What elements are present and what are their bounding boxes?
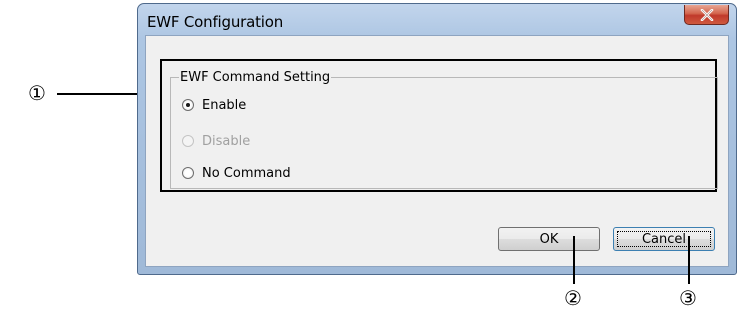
ok-button[interactable]: OK [498,227,600,251]
radio-disable: Disable [182,132,250,150]
radio-button-icon[interactable] [182,167,194,179]
callout-2: ② [564,286,582,310]
dialog-window: EWF Configuration EWF Command Setting En… [137,3,737,275]
radio-enable-label: Enable [202,97,247,113]
close-x-icon [700,8,713,21]
close-button[interactable] [684,5,729,25]
callout-3-leader-line [688,236,690,284]
group-label: EWF Command Setting [179,70,332,85]
radio-no-command[interactable]: No Command [182,164,291,182]
title-bar[interactable]: EWF Configuration [138,4,736,36]
radio-button-icon[interactable] [182,99,194,111]
radio-button-icon [182,135,194,147]
radio-no-command-label: No Command [202,165,291,181]
callout-2-leader-line [573,236,575,284]
radio-enable[interactable]: Enable [182,96,246,114]
radio-disable-label: Disable [202,133,251,149]
ok-button-label: OK [539,231,559,247]
dialog-client-area: EWF Command Setting Enable Disable No Co… [145,35,729,267]
cancel-button[interactable]: Cancel [613,227,715,251]
callout-3: ③ [679,286,697,310]
cancel-button-label: Cancel [641,231,687,247]
window-title: EWF Configuration [147,13,284,31]
callout-1: ① [28,81,46,105]
